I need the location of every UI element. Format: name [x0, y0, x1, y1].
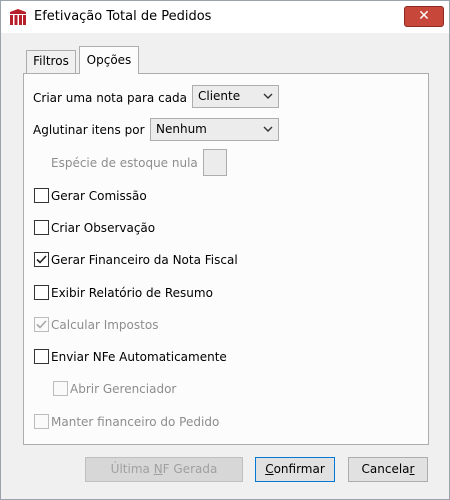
aglutinar-select[interactable]: Nenhum: [150, 118, 279, 141]
tab-filtros[interactable]: Filtros: [26, 50, 76, 73]
app-logo-icon: [9, 8, 27, 26]
dialog-window: Efetivação Total de Pedidos ✕ Filtros Op…: [0, 0, 450, 500]
checkbox-box[interactable]: [34, 349, 49, 364]
especie-label: Espécie de estoque nula: [51, 156, 198, 170]
checkbox-label: Gerar Comissão: [51, 189, 147, 203]
nota-select[interactable]: Cliente: [192, 85, 279, 108]
aglutinar-select-value: Nenhum: [156, 122, 207, 136]
button-label-part: Última: [110, 462, 154, 476]
checkmark-icon: [36, 255, 47, 264]
especie-field: [203, 149, 227, 176]
checkbox-label: Enviar NFe Automaticamente: [51, 350, 227, 364]
checkbox-box[interactable]: [34, 188, 49, 203]
button-mnemonic: C: [265, 462, 274, 476]
confirmar-button[interactable]: Confirmar: [255, 457, 335, 482]
tab-filtros-label: Filtros: [33, 54, 69, 68]
ultima-nf-gerada-button[interactable]: Última NF Gerada: [85, 457, 243, 482]
checkbox-label: Gerar Financeiro da Nota Fiscal: [51, 253, 238, 267]
nota-label: Criar uma nota para cada: [33, 91, 188, 105]
checkbox-label: Criar Observação: [51, 221, 156, 235]
chevron-down-icon: [263, 126, 273, 132]
checkbox-box[interactable]: [34, 317, 49, 332]
checkbox-box[interactable]: [34, 414, 49, 429]
tab-opcoes[interactable]: Opções: [79, 46, 139, 74]
checkbox-label: Exibir Relatório de Resumo: [51, 286, 213, 300]
button-label-part: Cancela: [361, 462, 410, 476]
button-mnemonic: r: [409, 462, 415, 476]
close-button[interactable]: ✕: [404, 6, 444, 27]
checkbox-box[interactable]: [34, 220, 49, 235]
checkbox-label: Manter financeiro do Pedido: [51, 415, 220, 429]
close-icon: ✕: [418, 8, 430, 24]
nota-select-value: Cliente: [198, 89, 241, 103]
aglutinar-label: Aglutinar itens por: [33, 123, 145, 137]
button-label-part: onfirmar: [273, 462, 325, 476]
checkbox-box[interactable]: [53, 381, 68, 396]
title-bar: Efetivação Total de Pedidos ✕: [1, 1, 449, 33]
cancelar-button[interactable]: Cancelar: [348, 457, 428, 482]
window-title: Efetivação Total de Pedidos: [34, 9, 212, 24]
checkbox-label: Calcular Impostos: [51, 318, 159, 332]
chevron-down-icon: [263, 93, 273, 99]
checkbox-box[interactable]: [34, 252, 49, 267]
checkmark-icon: [36, 320, 47, 329]
button-label-part: F Gerada: [162, 462, 218, 476]
checkbox-box[interactable]: [34, 285, 49, 300]
tab-opcoes-label: Opções: [86, 53, 132, 67]
checkbox-label: Abrir Gerenciador: [70, 382, 177, 396]
button-mnemonic: N: [153, 462, 163, 476]
